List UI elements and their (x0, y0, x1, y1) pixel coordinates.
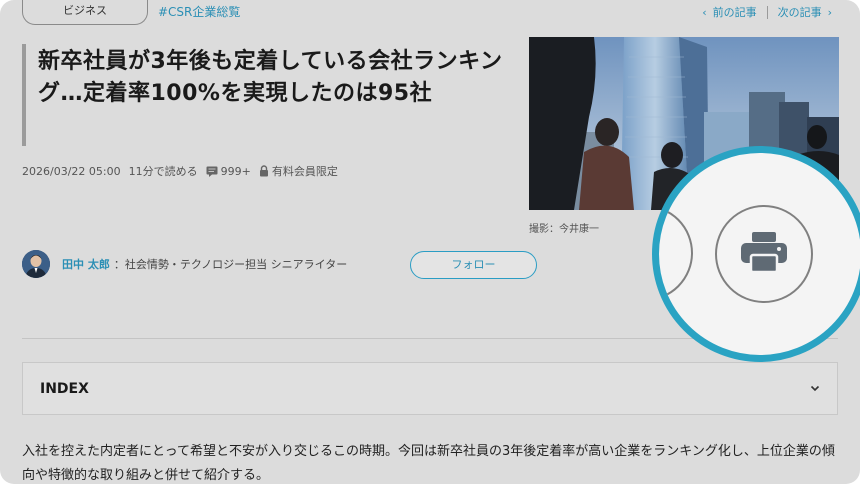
print-button[interactable] (715, 205, 813, 303)
article-title: 新卒社員が3年後も定着している会社ランキング…定着率100%を実現したのは95社 (38, 49, 503, 106)
share-button-partial[interactable] (659, 205, 693, 301)
article-meta: 2026/03/22 05:00 11分で読める 999+ 有料会員限定 (22, 163, 338, 179)
prev-article-link[interactable]: 前の記事 (713, 4, 757, 20)
chevron-down-icon[interactable] (809, 379, 821, 398)
photo-credit: 撮影：今井康一 (529, 224, 599, 235)
page-frame: ビジネス #CSR企業総覧 ‹ 前の記事 次の記事 › 新卒社員が3年後も定着し… (0, 0, 860, 484)
chevron-right-icon[interactable]: › (828, 6, 832, 19)
printer-icon (741, 232, 787, 276)
author-info: 田中 太郎 ：社会情勢・テクノロジー担当 シニアライター (22, 250, 347, 278)
title-accent-bar (22, 44, 26, 146)
index-accordion[interactable]: INDEX (22, 362, 838, 415)
follow-button[interactable]: フォロー (410, 251, 537, 279)
intro-paragraph: 入社を控えた内定者にとって希望と不安が入り交じるこの時期。今回は新卒社員の3年後… (22, 444, 835, 483)
comment-count[interactable]: 999+ (221, 165, 251, 178)
avatar[interactable] (22, 250, 50, 278)
author-role: ：社会情勢・テクノロジー担当 シニアライター (113, 258, 348, 271)
lock-icon (259, 165, 269, 177)
category-tag[interactable]: ビジネス (22, 0, 148, 25)
hashtag-link[interactable]: #CSR企業総覧 (158, 3, 240, 20)
publish-date: 2026/03/22 05:00 (22, 164, 121, 178)
read-time: 11分で読める (128, 165, 198, 178)
zoom-magnifier (652, 146, 860, 362)
author-name[interactable]: 田中 太郎 (62, 256, 110, 272)
chevron-left-icon[interactable]: ‹ (702, 6, 706, 19)
nav-separator (766, 5, 768, 19)
comment-icon[interactable] (206, 166, 218, 177)
article-navigation: ‹ 前の記事 次の記事 › (696, 4, 838, 20)
members-only-label: 有料会員限定 (271, 165, 338, 178)
index-label: INDEX (40, 381, 89, 397)
next-article-link[interactable]: 次の記事 (778, 4, 822, 20)
